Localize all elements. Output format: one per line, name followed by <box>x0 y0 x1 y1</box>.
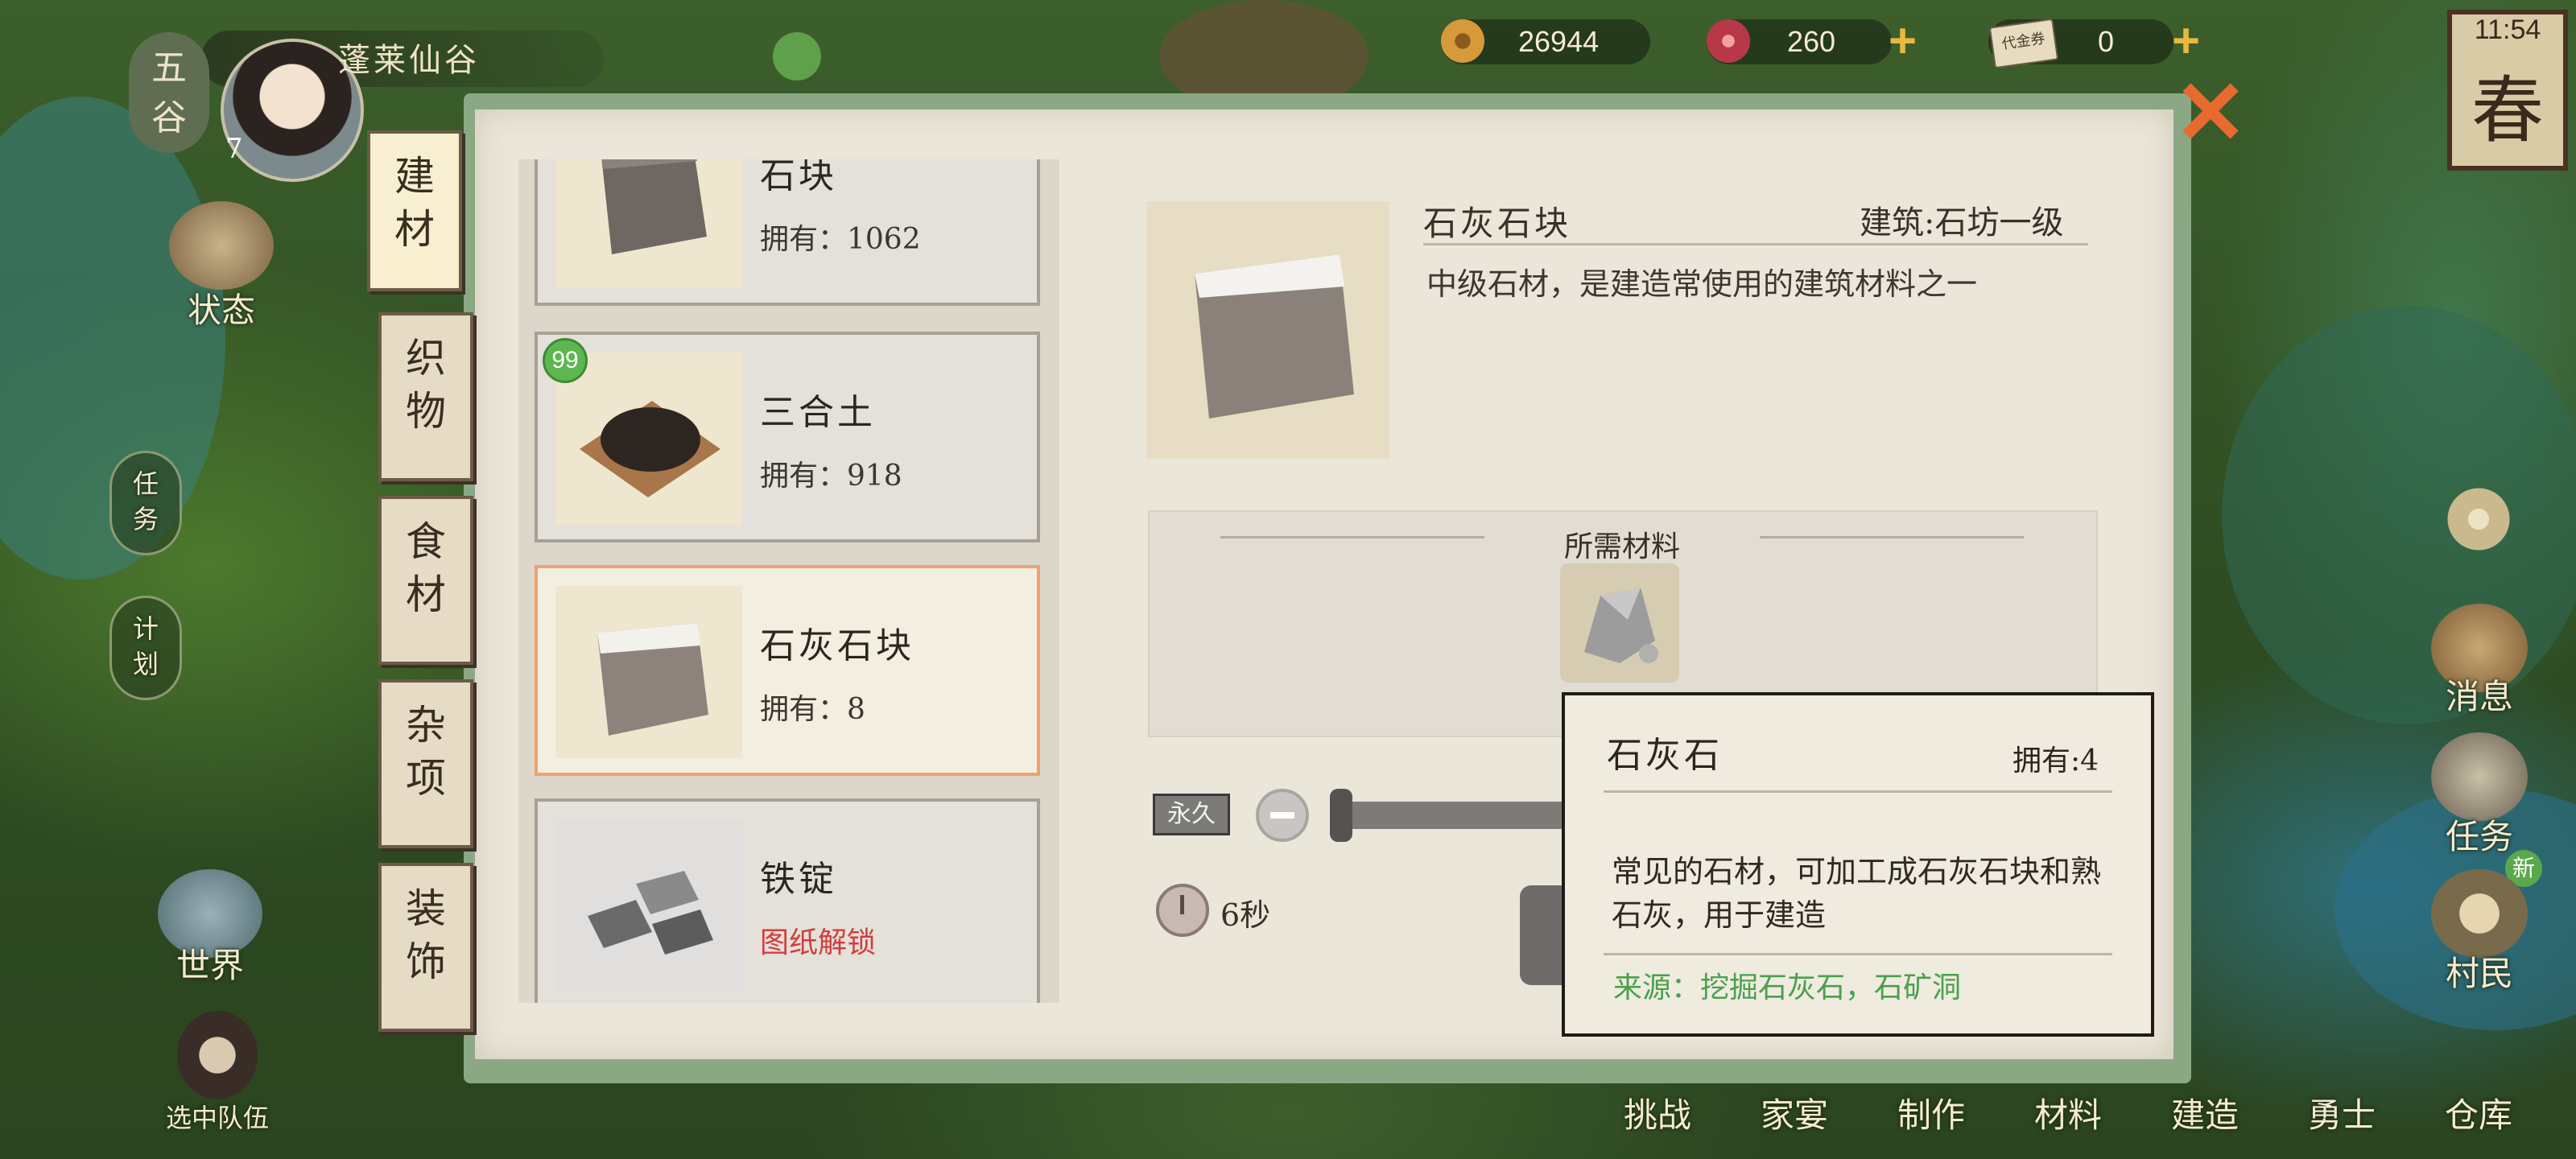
tooltip-source: 来源：挖掘石灰石，石矿洞 <box>1613 971 1962 1004</box>
team-avatar-icon[interactable] <box>177 1011 258 1099</box>
tasks-scroll-icon[interactable] <box>2431 732 2528 821</box>
item-owned: 拥有：8 <box>760 693 865 726</box>
nav-challenge[interactable]: 挑战 <box>1605 1088 1710 1137</box>
item-name: 铁锭 <box>760 859 837 900</box>
craft-time: 6秒 <box>1220 897 1271 933</box>
messages-label: 消息 <box>2445 677 2513 716</box>
divider <box>1220 536 1484 538</box>
detail-building-requirement: 建筑:石坊一级 <box>1860 204 2064 241</box>
limestone-block-thumbnail <box>555 586 742 758</box>
slider-handle[interactable] <box>1330 789 1352 842</box>
detail-item-image <box>1146 201 1389 459</box>
nav-warriors[interactable]: 勇士 <box>2289 1088 2394 1137</box>
close-button[interactable]: ✕ <box>2174 69 2248 158</box>
item-owned: 拥有：918 <box>760 460 902 493</box>
tab-label: 织物 <box>406 335 446 435</box>
gem-count: 260 <box>1787 25 1836 58</box>
world-label: 世界 <box>175 946 244 985</box>
tab-label: 建材 <box>394 153 435 253</box>
item-name: 石灰石块 <box>760 625 914 666</box>
item-owned: 拥有：1062 <box>760 223 921 256</box>
tooltip-description: 常见的石材，可加工成石灰石块和熟石灰，用于建造 <box>1612 854 2102 933</box>
tab-label: 食材 <box>406 518 446 618</box>
tab-label: 杂项 <box>406 702 446 802</box>
quantity-slider[interactable] <box>1333 802 1575 829</box>
tab-label: 装饰 <box>406 885 446 985</box>
task-button[interactable]: 任务 <box>109 451 182 555</box>
stone-block-thumbnail <box>555 159 742 288</box>
coin-icon <box>1441 19 1484 63</box>
detail-item-name: 石灰石块 <box>1423 204 1572 243</box>
decrease-button[interactable] <box>1256 789 1309 842</box>
divider <box>1604 953 2112 955</box>
task-button-label: 任务 <box>133 468 159 534</box>
gem-icon <box>1707 19 1750 63</box>
plan-button-label: 计划 <box>133 613 159 679</box>
divider <box>1423 243 2088 245</box>
player-level: 7 <box>225 133 243 165</box>
green-orb-icon[interactable] <box>773 32 821 80</box>
close-icon: ✕ <box>2174 64 2248 163</box>
item-locked-hint: 图纸解锁 <box>760 926 877 959</box>
nav-build[interactable]: 建造 <box>2153 1088 2257 1137</box>
iron-ingot-thumbnail <box>555 819 742 992</box>
status-house-icon[interactable] <box>169 201 274 290</box>
plan-button[interactable]: 计划 <box>109 596 182 700</box>
tooltip-owned: 拥有:4 <box>2013 744 2099 777</box>
nav-warehouse[interactable]: 仓库 <box>2426 1088 2531 1137</box>
tab-building-materials[interactable]: 建材 <box>367 130 462 291</box>
soil-tray-thumbnail <box>555 353 742 525</box>
villagers-icon[interactable] <box>2431 869 2528 958</box>
required-material-limestone[interactable] <box>1560 563 1679 683</box>
season-badge[interactable]: 五谷 <box>129 32 209 153</box>
list-item-stone[interactable]: 石块 拥有：1062 <box>535 159 1040 306</box>
list-item-trinity-soil[interactable]: 三合土 拥有：918 <box>535 332 1040 542</box>
voucher-icon-label: 代金券 <box>2000 30 2046 53</box>
count-badge: 99 <box>543 338 588 383</box>
nav-craft[interactable]: 制作 <box>1879 1088 1984 1137</box>
required-materials-title: 所需材料 <box>1563 530 1680 563</box>
item-name: 三合土 <box>760 392 876 433</box>
list-item-limestone-block[interactable]: 石灰石块 拥有：8 <box>535 565 1040 776</box>
villagers-label: 村民 <box>2445 954 2513 993</box>
tab-food[interactable]: 食材 <box>378 496 473 665</box>
coin-count: 26944 <box>1518 25 1600 58</box>
add-gems-button[interactable]: + <box>1889 17 1917 65</box>
clock-time: 11:54 <box>2474 14 2541 45</box>
divider <box>1760 536 2024 538</box>
flower-menu-icon[interactable] <box>2442 483 2515 555</box>
item-name: 石块 <box>760 159 837 196</box>
detail-description: 中级石材，是建造常使用的建筑材料之一 <box>1426 266 1978 302</box>
clock-season: 春 <box>2471 68 2544 153</box>
minus-icon <box>1270 812 1294 819</box>
nav-materials[interactable]: 材料 <box>2016 1088 2120 1137</box>
status-label: 状态 <box>187 291 255 330</box>
add-vouchers-button[interactable]: + <box>2172 17 2200 65</box>
tooltip-name: 石灰石 <box>1607 735 1723 776</box>
team-label: 选中队伍 <box>165 1103 269 1133</box>
tab-fabrics[interactable]: 织物 <box>378 312 473 481</box>
list-item-iron-ingot[interactable]: 铁锭 图纸解锁 <box>535 798 1040 1003</box>
tab-misc[interactable]: 杂项 <box>378 679 473 848</box>
season-badge-text: 五谷 <box>151 47 187 138</box>
voucher-icon: 代金券 <box>1988 18 2059 69</box>
clock-hand-icon <box>1180 895 1184 914</box>
forever-toggle[interactable]: 永久 <box>1153 794 1230 835</box>
item-list[interactable]: 石块 拥有：1062 三合土 拥有：918 99 石灰石块 拥有：8 铁锭 图纸… <box>518 159 1059 1003</box>
clock-icon <box>1156 884 1209 937</box>
tab-decoration[interactable]: 装饰 <box>378 863 473 1032</box>
nav-feast[interactable]: 家宴 <box>1742 1088 1847 1137</box>
voucher-count: 0 <box>2098 25 2115 58</box>
divider <box>1604 790 2112 793</box>
area-name: 蓬莱仙谷 <box>338 42 480 79</box>
